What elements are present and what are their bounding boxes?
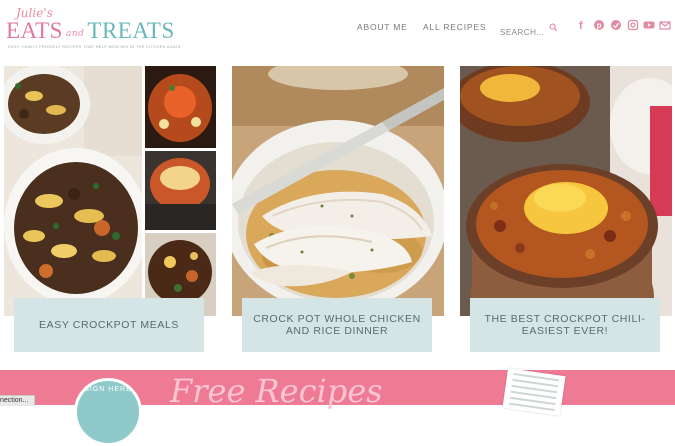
svg-text:p: p (597, 21, 602, 30)
logo-treats: TREATS (87, 18, 175, 43)
youtube-icon[interactable] (643, 18, 655, 30)
nav-about-me[interactable]: ABOUT ME (357, 22, 408, 32)
badge-text: SIGN HERE (84, 386, 132, 393)
nav-all-recipes[interactable]: ALL RECIPES (423, 22, 486, 32)
facebook-icon[interactable]: f (576, 18, 588, 32)
recipe-card-title: CROCK POT WHOLE CHICKEN AND RICE DINNER (253, 313, 421, 337)
logo-eats: EATS (6, 18, 63, 43)
search-icon[interactable] (549, 23, 558, 32)
email-icon[interactable] (659, 18, 671, 30)
recipe-collage-image[interactable] (4, 66, 216, 316)
recipe-card-label[interactable]: THE BEST CROCKPOT CHILI-EASIEST EVER! (470, 298, 660, 352)
recipe-card-title: EASY CROCKPOT MEALS (39, 319, 179, 331)
chicken-rice-photo (232, 66, 444, 316)
logo-tagline: EASY, FAMILY FRIENDLY RECIPES THAT HELP … (8, 45, 181, 49)
chili-photo (460, 66, 672, 316)
logo-wordmark: EATS and TREATS (6, 18, 175, 44)
search-box (500, 22, 558, 39)
pinterest-icon[interactable]: p (593, 18, 605, 30)
instagram-icon[interactable] (627, 18, 639, 31)
browser-status-bar: nection... (0, 395, 36, 406)
site-logo[interactable]: Julie's EATS and TREATS EASY, FAMILY FRIEN… (6, 4, 180, 54)
recipe-card-chicken-rice[interactable]: CROCK POT WHOLE CHICKEN AND RICE DINNER (232, 66, 444, 364)
bloglovin-icon[interactable] (610, 18, 622, 30)
recipe-card-label[interactable]: CROCK POT WHOLE CHICKEN AND RICE DINNER (242, 298, 432, 352)
search-input[interactable] (500, 26, 544, 39)
free-recipes-banner[interactable]: SIGN HERE Free Recipes (0, 368, 675, 446)
recipe-card-label[interactable]: EASY CROCKPOT MEALS (14, 298, 204, 352)
recipe-card-chili[interactable]: THE BEST CROCKPOT CHILI-EASIEST EVER! (460, 66, 672, 364)
signup-badge[interactable]: SIGN HERE (74, 378, 142, 446)
recipe-sheet-image (502, 368, 566, 416)
recipe-image[interactable] (460, 66, 672, 316)
banner-title: Free Recipes (170, 372, 383, 410)
recipe-card-crockpot-meals[interactable]: EASY CROCKPOT MEALS (4, 66, 216, 364)
logo-and: and (65, 29, 85, 39)
svg-text:f: f (579, 20, 583, 31)
recipe-image[interactable] (232, 66, 444, 316)
recipe-card-title: THE BEST CROCKPOT CHILI-EASIEST EVER! (484, 313, 646, 337)
site-header: Julie's EATS and TREATS EASY, FAMILY FRIEN… (0, 0, 675, 62)
crockpot-collage-photo (4, 66, 216, 316)
